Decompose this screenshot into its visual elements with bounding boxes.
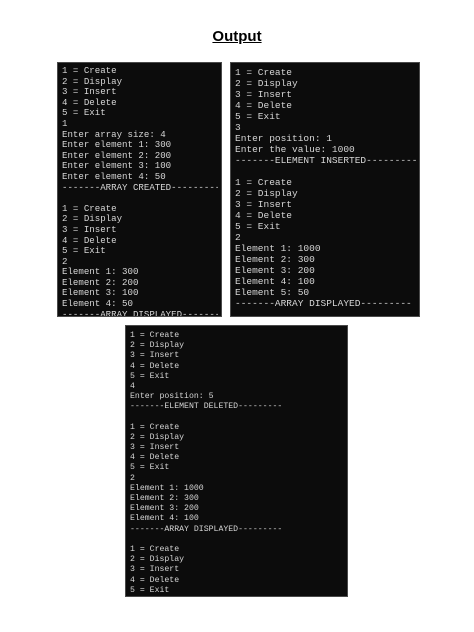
terminal-line: 5 = Exit — [62, 108, 106, 119]
terminal-line: Element 4: 100 — [130, 514, 199, 524]
terminal-line: Element 3: 200 — [235, 265, 315, 276]
terminal-line: 2 = Display — [130, 341, 185, 351]
terminal-line: Element 1: 300 — [62, 267, 139, 278]
terminal-line: Element 4: 100 — [235, 276, 315, 287]
terminal-line: Element 4: 50 — [62, 299, 133, 310]
terminal-line: 3 = Insert — [62, 224, 117, 235]
terminal-line: 1 = Create — [130, 422, 180, 432]
terminal-window-insert-display: 1 = Create 2 = Display 3 = Insert 4 = Delet… — [230, 62, 420, 317]
terminal-line: -------ARRAY DISPLAYED--------- — [130, 524, 283, 534]
terminal-line: 2 — [235, 232, 241, 243]
terminal-line: -------ELEMENT INSERTED--------- — [235, 155, 416, 166]
terminal-line: Enter element 2: 200 — [62, 150, 172, 161]
terminal-line: 4 = Delete — [130, 453, 180, 463]
terminal-line: -------ELEMENT DELETED--------- — [130, 402, 283, 412]
terminal-output: 1 = Create 2 = Display 3 = Insert 4 = Delet… — [231, 63, 419, 309]
terminal-window-delete-exit: 1 = Create 2 = Display 3 = Insert 4 = Delet… — [125, 325, 348, 597]
terminal-line: Enter position: 5 — [130, 392, 214, 402]
terminal-line: Element 3: 200 — [130, 504, 199, 514]
terminal-output: 1 = Create 2 = Display 3 = Insert 4 = Delet… — [58, 63, 221, 317]
terminal-line: Enter element 4: 50 — [62, 171, 166, 182]
terminal-line: 1 — [62, 118, 68, 129]
terminal-line: Element 5: 50 — [235, 287, 310, 298]
terminal-line: 1 = Create — [235, 177, 293, 188]
terminal-line: Enter element 1: 300 — [62, 140, 172, 151]
terminal-line: 2 = Display — [62, 76, 123, 87]
terminal-line: 3 = Insert — [235, 199, 293, 210]
terminal-line: 1 = Create — [130, 331, 180, 340]
terminal-line: 2 = Display — [130, 555, 185, 565]
terminal-line: 4 — [130, 381, 135, 391]
terminal-line: Enter element 3: 100 — [62, 161, 172, 172]
terminal-line: 4 = Delete — [130, 575, 180, 585]
terminal-line: 4 = Delete — [62, 97, 117, 108]
terminal-line: 2 = Display — [62, 214, 123, 225]
terminal-line: 5 = Exit — [130, 585, 170, 595]
terminal-line: 1 = Create — [62, 203, 117, 214]
terminal-line: 5 = Exit — [235, 221, 281, 232]
terminal-line: Element 3: 100 — [62, 288, 139, 299]
terminal-line: 1 = Create — [62, 66, 117, 76]
terminal-line: 2 = Display — [130, 432, 185, 442]
terminal-line: 4 = Delete — [62, 235, 117, 246]
terminal-line: 5 = Exit — [130, 371, 170, 381]
terminal-line: -------ARRAY DISPLAYED--------- — [62, 309, 218, 317]
terminal-output: 1 = Create 2 = Display 3 = Insert 4 = Delet… — [126, 326, 347, 597]
terminal-line: -------ARRAY DISPLAYED--------- — [235, 298, 412, 309]
terminal-line: 2 — [62, 256, 68, 267]
terminal-line: Enter the value: 1000 — [235, 144, 355, 155]
terminal-line: Element 2: 300 — [130, 494, 199, 503]
terminal-window-create-display: 1 = Create 2 = Display 3 = Insert 4 = Delet… — [57, 62, 222, 317]
terminal-line: Enter array size: 4 — [62, 129, 166, 140]
terminal-line: Element 1: 1000 — [130, 483, 204, 493]
terminal-line: 5 = Exit — [130, 463, 170, 473]
terminal-line: 5 = Exit — [62, 246, 106, 257]
terminal-line: 2 = Display — [235, 78, 298, 89]
terminal-line: Element 1: 1000 — [235, 243, 321, 254]
terminal-line: 1 = Create — [235, 67, 293, 78]
page-title: Output — [212, 28, 262, 45]
terminal-line: Element 2: 300 — [235, 254, 315, 265]
terminal-line: 5 — [130, 596, 344, 597]
terminal-line: 4 = Delete — [235, 210, 293, 221]
terminal-line: 4 = Delete — [130, 361, 180, 371]
terminal-line: 4 = Delete — [235, 100, 293, 111]
terminal-line: 3 = Insert — [62, 87, 117, 98]
terminal-line: 1 = Create — [130, 544, 180, 554]
terminal-line: 5 = Exit — [235, 111, 281, 122]
terminal-line: -------ARRAY CREATED--------- — [62, 182, 218, 193]
terminal-line: 3 — [235, 122, 241, 133]
terminal-line: Element 2: 200 — [62, 277, 139, 288]
terminal-line: 2 = Display — [235, 188, 298, 199]
terminal-line: 3 = Insert — [235, 89, 293, 100]
terminal-line: Enter position: 1 — [235, 133, 332, 144]
terminal-line: 3 = Insert — [130, 565, 180, 575]
terminal-line: 3 = Insert — [130, 443, 180, 453]
terminal-line: 2 — [130, 473, 135, 483]
terminal-line: 3 = Insert — [130, 351, 180, 361]
